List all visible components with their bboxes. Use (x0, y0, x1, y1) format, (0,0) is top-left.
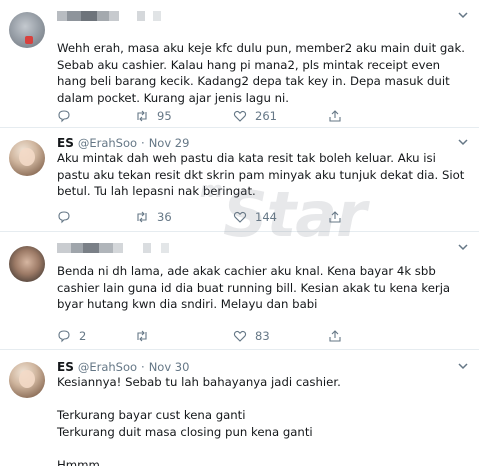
tweet-text: Wehh erah, masa aku keje kfc dulu pun, m… (57, 41, 465, 105)
tweet-text: Kesiannya! Sebab tu lah bahayanya jadi c… (57, 375, 341, 466)
separator-dot: · (141, 360, 145, 374)
tweet-date[interactable]: Nov 29 (149, 136, 190, 150)
caret-down-icon[interactable] (457, 9, 469, 21)
tweet-4[interactable]: ES @ErahSoo · Nov 30 Kesiannya! Sebab tu… (0, 350, 479, 466)
like-count: 144 (255, 210, 277, 224)
share-icon (329, 211, 341, 223)
tweet-1[interactable]: Wehh erah, masa aku keje kfc dulu pun, m… (0, 0, 479, 128)
share-button[interactable] (328, 329, 350, 343)
reply-button[interactable] (57, 109, 135, 123)
reply-icon (58, 110, 70, 123)
tweet-header (57, 6, 169, 26)
handle[interactable]: @ErahSoo (78, 136, 137, 150)
reply-button[interactable] (57, 210, 135, 224)
display-name[interactable]: ES (57, 360, 74, 374)
tweet-actions: 2 83 (57, 327, 350, 345)
reply-icon (58, 211, 70, 224)
separator-dot: · (141, 136, 145, 150)
reply-button[interactable]: 2 (57, 329, 135, 343)
tweet-date[interactable]: Nov 30 (149, 360, 190, 374)
retweet-icon (137, 330, 147, 342)
tweet-actions: 95 261 (57, 107, 350, 125)
caret-down-icon[interactable] (457, 241, 469, 253)
caret-down-icon[interactable] (457, 360, 469, 372)
like-button[interactable]: 144 (233, 210, 328, 224)
tweet-2[interactable]: ES @ErahSoo · Nov 29 Aku mintak dah weh … (0, 128, 479, 232)
avatar[interactable] (9, 362, 45, 398)
avatar[interactable] (9, 140, 45, 176)
tweet-3[interactable]: Benda ni dh lama, ade akak cachier aku k… (0, 232, 479, 350)
reply-count: 2 (79, 329, 87, 343)
display-name[interactable]: ES (57, 136, 74, 150)
like-icon (233, 110, 247, 122)
retweet-button[interactable]: 36 (135, 210, 233, 224)
like-button[interactable]: 261 (233, 109, 328, 123)
share-button[interactable] (328, 210, 350, 224)
share-button[interactable] (328, 109, 350, 123)
avatar[interactable] (9, 12, 45, 48)
censored-username (57, 11, 161, 21)
like-count: 261 (255, 109, 277, 123)
censored-username (57, 243, 169, 253)
handle[interactable]: @ErahSoo (78, 360, 137, 374)
retweet-icon (137, 211, 147, 223)
retweet-count: 95 (157, 109, 172, 123)
tweet-text: Aku mintak dah weh pastu dia kata resit … (57, 151, 465, 198)
caret-down-icon[interactable] (457, 136, 469, 148)
tweet-text: Benda ni dh lama, ade akak cachier aku k… (57, 264, 451, 311)
tweet-actions: 36 144 (57, 208, 350, 226)
tweet-header (57, 238, 177, 258)
retweet-button[interactable] (135, 329, 233, 343)
like-count: 83 (255, 329, 270, 343)
share-icon (329, 330, 341, 342)
retweet-icon (137, 110, 147, 122)
retweet-count: 36 (157, 210, 172, 224)
like-button[interactable]: 83 (233, 329, 328, 343)
retweet-button[interactable]: 95 (135, 109, 233, 123)
share-icon (329, 110, 341, 122)
like-icon (233, 211, 247, 223)
reply-icon (58, 330, 70, 343)
like-icon (233, 330, 247, 342)
avatar[interactable] (9, 246, 45, 282)
